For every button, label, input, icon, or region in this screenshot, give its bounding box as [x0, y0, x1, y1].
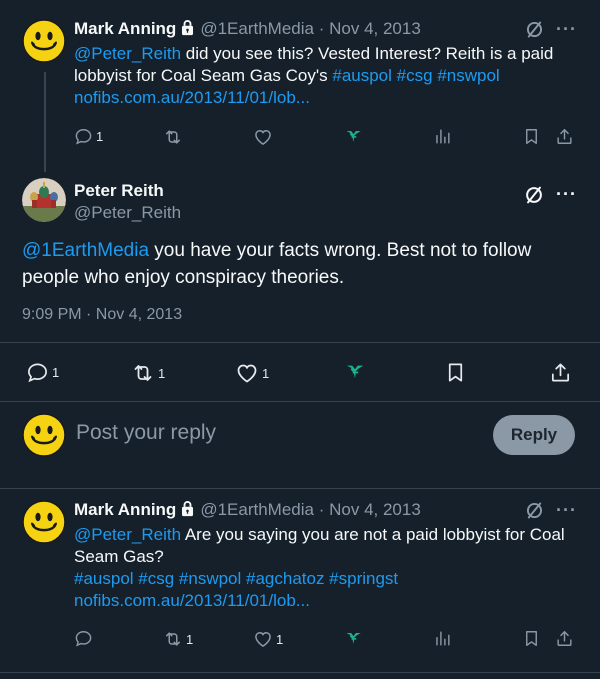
- thread-connector: [44, 72, 46, 172]
- more-options-icon[interactable]: ···: [556, 184, 577, 205]
- hashtag-auspol[interactable]: #auspol: [332, 66, 392, 85]
- reply-count: 1: [52, 365, 60, 380]
- tweet-text: @1EarthMedia you have your facts wrong. …: [22, 237, 582, 291]
- retweet-icon: [163, 127, 183, 147]
- lock-icon: [179, 500, 196, 517]
- share-button[interactable]: [549, 361, 572, 384]
- reply-icon: [74, 629, 93, 648]
- grok-slash-icon[interactable]: [523, 184, 545, 206]
- heart-icon: [235, 361, 259, 385]
- retweet-button[interactable]: [163, 127, 183, 147]
- reply-button[interactable]: 1: [26, 361, 59, 384]
- bookmark-icon: [522, 629, 541, 648]
- url-link[interactable]: nofibs.com.au/2013/11/01/lob...: [74, 591, 310, 610]
- hashtags[interactable]: #auspol #csg #nswpol #agchatoz #springst: [74, 569, 398, 588]
- avatar-peter-reith[interactable]: [22, 178, 66, 222]
- more-options-icon[interactable]: ···: [556, 500, 577, 521]
- grok-button[interactable]: [344, 629, 363, 648]
- tweet-text: @Peter_Reith Are you saying you are not …: [74, 524, 574, 612]
- views-icon: [433, 127, 452, 146]
- tweet-text: @Peter_Reith did you see this? Vested In…: [74, 43, 574, 109]
- tweet-date[interactable]: Nov 4, 2013: [329, 19, 421, 38]
- grok-icon: [344, 361, 366, 383]
- heart-icon: [253, 629, 273, 649]
- hashtag-csg[interactable]: #csg: [397, 66, 433, 85]
- reply-submit-button[interactable]: Reply: [493, 415, 575, 455]
- heart-icon: [253, 127, 273, 147]
- tweet-date[interactable]: Nov 4, 2013: [329, 500, 421, 519]
- retweet-button[interactable]: 1: [131, 361, 165, 385]
- bookmark-button[interactable]: [522, 629, 541, 648]
- reply-icon: [26, 361, 49, 384]
- hashtag-nswpol[interactable]: #nswpol: [437, 66, 499, 85]
- current-user-avatar[interactable]: [22, 413, 66, 457]
- views-button[interactable]: [433, 127, 452, 146]
- grok-slash-icon[interactable]: [524, 500, 545, 521]
- views-button[interactable]: [433, 629, 452, 648]
- retweet-icon: [163, 629, 183, 649]
- bookmark-icon: [522, 127, 541, 146]
- like-count: 1: [276, 631, 284, 647]
- mention-link[interactable]: @Peter_Reith: [74, 525, 181, 544]
- divider: [0, 672, 600, 673]
- retweet-count: 1: [158, 365, 166, 381]
- reply-button[interactable]: [74, 629, 93, 648]
- tweet-header: Mark Anning @1EarthMedia · Nov 4, 2013: [74, 500, 421, 520]
- avatar-smiley[interactable]: [22, 19, 66, 63]
- user-handle[interactable]: @Peter_Reith: [74, 203, 181, 223]
- divider: [0, 488, 600, 489]
- share-icon: [555, 629, 574, 648]
- bookmark-icon: [444, 361, 467, 384]
- share-button[interactable]: [555, 629, 574, 648]
- divider: [0, 401, 600, 402]
- user-handle[interactable]: @1EarthMedia: [200, 500, 314, 519]
- grok-button[interactable]: [344, 361, 366, 383]
- retweet-count: 1: [186, 631, 194, 647]
- mention-link[interactable]: @Peter_Reith: [74, 44, 181, 63]
- share-icon: [555, 127, 574, 146]
- bookmark-button[interactable]: [522, 127, 541, 146]
- share-icon: [549, 361, 572, 384]
- more-options-icon[interactable]: ···: [556, 19, 577, 40]
- retweet-button[interactable]: 1: [163, 629, 193, 649]
- tweet-header: Mark Anning @1EarthMedia · Nov 4, 2013: [74, 19, 421, 39]
- reply-input[interactable]: Post your reply: [76, 421, 216, 445]
- grok-icon: [344, 127, 363, 146]
- reply-icon: [74, 127, 93, 146]
- share-button[interactable]: [555, 127, 574, 146]
- bookmark-button[interactable]: [444, 361, 467, 384]
- url-link[interactable]: nofibs.com.au/2013/11/01/lob...: [74, 88, 310, 107]
- tweet-timestamp[interactable]: 9:09 PM · Nov 4, 2013: [22, 306, 182, 324]
- like-button[interactable]: 1: [253, 629, 283, 649]
- like-count: 1: [262, 365, 270, 381]
- display-name[interactable]: Peter Reith: [74, 181, 164, 200]
- views-icon: [433, 629, 452, 648]
- display-name[interactable]: Mark Anning: [74, 19, 176, 38]
- separator-dot: ·: [318, 500, 325, 519]
- grok-icon: [344, 629, 363, 648]
- separator-dot: ·: [318, 19, 325, 38]
- avatar-smiley[interactable]: [22, 500, 66, 544]
- mention-link[interactable]: @1EarthMedia: [22, 240, 149, 261]
- grok-slash-icon[interactable]: [524, 19, 545, 40]
- reply-button[interactable]: 1: [74, 127, 103, 146]
- lock-icon: [179, 19, 196, 36]
- display-name[interactable]: Mark Anning: [74, 500, 176, 519]
- tweet-header: Peter Reith: [74, 181, 164, 201]
- divider: [0, 342, 600, 343]
- reply-count: 1: [96, 129, 104, 144]
- like-button[interactable]: [253, 127, 273, 147]
- grok-button[interactable]: [344, 127, 363, 146]
- retweet-icon: [131, 361, 155, 385]
- user-handle[interactable]: @1EarthMedia: [200, 19, 314, 38]
- like-button[interactable]: 1: [235, 361, 269, 385]
